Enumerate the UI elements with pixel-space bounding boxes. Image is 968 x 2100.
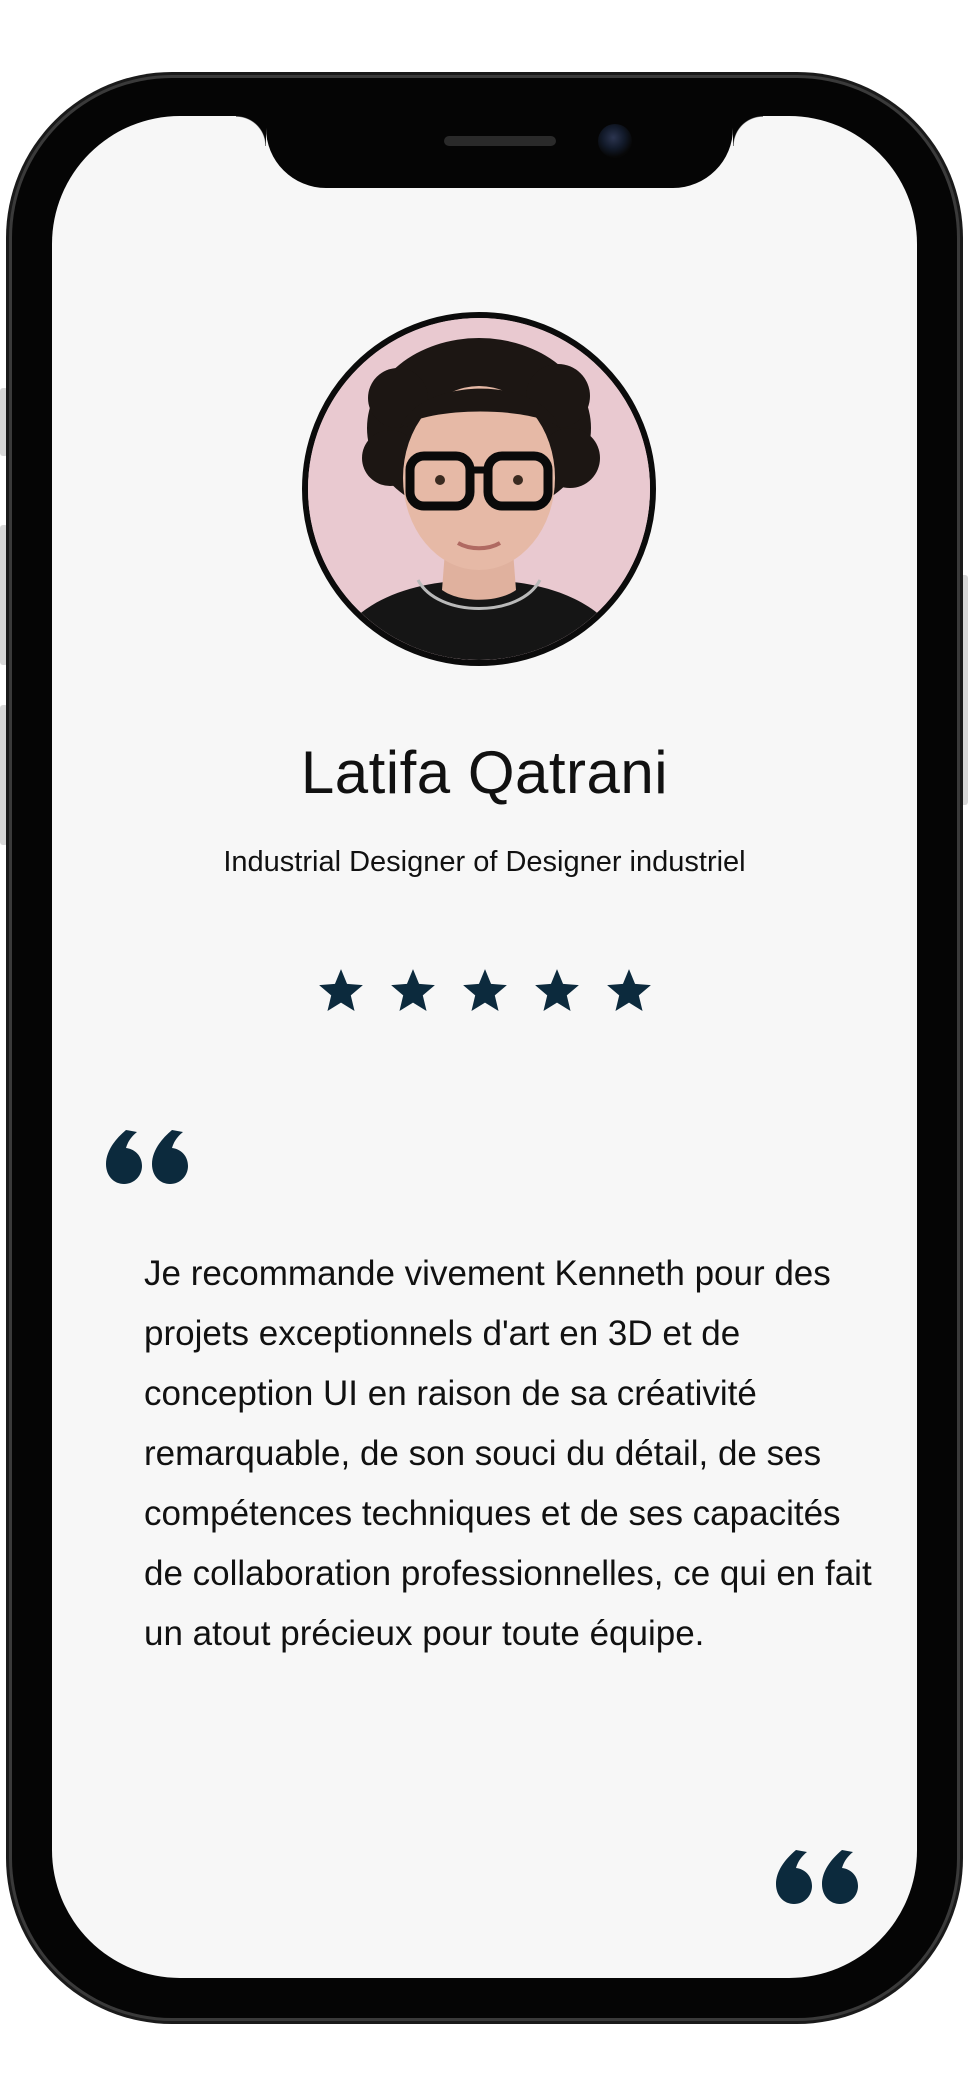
testimonial-text: Je recommande vivement Kenneth pour des …	[144, 1254, 872, 1653]
avatar	[302, 312, 656, 666]
volume-up-button	[0, 525, 8, 665]
star-icon	[460, 966, 510, 1016]
phone-screen: Latifa Qatrani Industrial Designer of De…	[52, 116, 917, 1978]
star-icon	[388, 966, 438, 1016]
profile-title: Industrial Designer of Designer industri…	[223, 846, 746, 878]
testimonial-card: Latifa Qatrani Industrial Designer of De…	[52, 116, 917, 1978]
profile-name: Latifa Qatrani	[300, 739, 669, 806]
speaker-grille	[444, 136, 556, 146]
rating-stars	[52, 966, 917, 1016]
volume-down-button	[0, 705, 8, 845]
phone-notch	[236, 116, 763, 188]
front-camera-icon	[598, 124, 632, 158]
star-icon	[604, 966, 654, 1016]
quote-open-icon	[104, 1126, 194, 1191]
silent-switch	[0, 388, 8, 456]
phone-frame: Latifa Qatrani Industrial Designer of De…	[12, 78, 957, 2018]
device-mockup: Latifa Qatrani Industrial Designer of De…	[0, 0, 968, 2100]
quote-close-icon	[774, 1846, 864, 1911]
star-icon	[532, 966, 582, 1016]
avatar-portrait	[308, 318, 650, 660]
power-button	[960, 575, 968, 805]
star-icon	[316, 966, 366, 1016]
